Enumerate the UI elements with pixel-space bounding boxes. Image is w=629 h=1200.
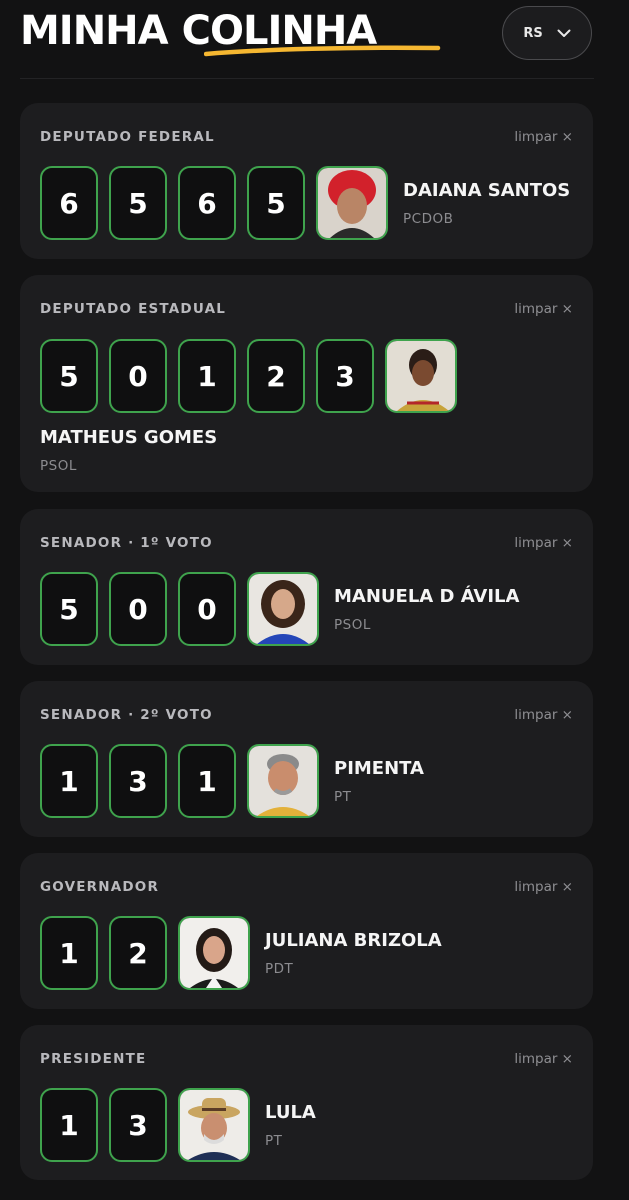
app-page: MINHA COLINHA RS DEPUTADO FEDERAL limpar … <box>0 0 629 1200</box>
candidate-photo <box>178 1088 250 1162</box>
digit-box[interactable]: 3 <box>109 744 167 818</box>
clear-button[interactable]: limpar × <box>514 879 573 895</box>
clear-button[interactable]: limpar × <box>514 707 573 723</box>
state-select[interactable]: RS <box>502 6 592 60</box>
digit-box[interactable]: 5 <box>40 339 98 413</box>
office-label: PRESIDENTE <box>40 1051 147 1067</box>
clear-button[interactable]: limpar × <box>514 1051 573 1067</box>
title-underline-icon <box>204 45 441 57</box>
candidate-party: PSOL <box>334 616 371 633</box>
ballot-card-deputado-federal: DEPUTADO FEDERAL limpar × 6 5 6 5 DAIANA… <box>20 103 593 259</box>
candidate-info: MANUELA D ÁVILA PSOL <box>334 586 519 633</box>
candidate-photo <box>247 744 319 818</box>
candidate-party: PCDOB <box>403 210 454 227</box>
candidate-info: JULIANA BRIZOLA PDT <box>265 930 442 977</box>
candidate-name: LULA <box>265 1101 316 1123</box>
candidate-name: DAIANA SANTOS <box>403 179 571 201</box>
office-label: SENADOR · 1º VOTO <box>40 535 213 551</box>
candidate-name: MANUELA D ÁVILA <box>334 585 520 607</box>
candidate-info: MATHEUS GOMES PSOL <box>40 427 217 474</box>
candidate-photo <box>247 572 319 646</box>
vote-row: 6 5 6 5 DAIANA SANTOS PCDOB <box>40 166 570 240</box>
state-select-value: RS <box>523 25 543 41</box>
digit-box[interactable]: 3 <box>109 1088 167 1162</box>
ballot-card-senador-2: SENADOR · 2º VOTO limpar × 1 3 1 PIMENTA… <box>20 681 593 837</box>
digit-box[interactable]: 0 <box>109 572 167 646</box>
ballot-card-presidente: PRESIDENTE limpar × 1 3 LULA PT <box>20 1025 593 1180</box>
office-label: SENADOR · 2º VOTO <box>40 707 213 723</box>
candidate-party: PT <box>265 1132 283 1149</box>
candidate-photo <box>385 339 457 413</box>
ballot-card-senador-1: SENADOR · 1º VOTO limpar × 5 0 0 MANUELA… <box>20 509 593 665</box>
candidate-party: PT <box>334 788 352 805</box>
digit-box[interactable]: 1 <box>40 744 98 818</box>
ballot-card-deputado-estadual: DEPUTADO ESTADUAL limpar × 5 0 1 2 3 MAT… <box>20 275 593 492</box>
candidate-info: DAIANA SANTOS PCDOB <box>403 180 570 227</box>
vote-row: 1 3 1 PIMENTA PT <box>40 744 424 818</box>
ballot-card-governador: GOVERNADOR limpar × 1 2 JULIANA BRIZOLA … <box>20 853 593 1009</box>
title-word-minha: MINHA <box>20 8 169 54</box>
candidate-photo <box>316 166 388 240</box>
vote-row: 1 3 LULA PT <box>40 1088 316 1162</box>
candidate-party: PSOL <box>40 458 77 474</box>
vote-row: 5 0 1 2 3 <box>40 339 457 413</box>
candidate-party: PDT <box>265 960 294 977</box>
digit-box[interactable]: 6 <box>40 166 98 240</box>
candidate-info: LULA PT <box>265 1102 316 1149</box>
digit-box[interactable]: 0 <box>178 572 236 646</box>
digit-box[interactable]: 1 <box>178 744 236 818</box>
digit-box[interactable]: 5 <box>109 166 167 240</box>
candidate-name: MATHEUS GOMES <box>40 427 218 448</box>
candidate-name: JULIANA BRIZOLA <box>265 929 442 951</box>
clear-button[interactable]: limpar × <box>514 535 573 551</box>
vote-row: 1 2 JULIANA BRIZOLA PDT <box>40 916 442 990</box>
vote-row: 5 0 0 MANUELA D ÁVILA PSOL <box>40 572 519 646</box>
digit-box[interactable]: 3 <box>316 339 374 413</box>
chevron-down-icon <box>557 29 571 37</box>
header: MINHA COLINHA RS <box>0 0 629 79</box>
office-label: DEPUTADO ESTADUAL <box>40 301 227 317</box>
office-label: DEPUTADO FEDERAL <box>40 129 215 145</box>
candidate-info: PIMENTA PT <box>334 758 424 805</box>
clear-button[interactable]: limpar × <box>514 301 573 317</box>
office-label: GOVERNADOR <box>40 879 160 895</box>
digit-box[interactable]: 1 <box>178 339 236 413</box>
candidate-photo <box>178 916 250 990</box>
header-divider <box>20 78 594 79</box>
digit-box[interactable]: 1 <box>40 1088 98 1162</box>
digit-box[interactable]: 5 <box>40 572 98 646</box>
digit-box[interactable]: 5 <box>247 166 305 240</box>
digit-box[interactable]: 2 <box>247 339 305 413</box>
digit-box[interactable]: 0 <box>109 339 167 413</box>
clear-button[interactable]: limpar × <box>514 129 573 145</box>
digit-box[interactable]: 6 <box>178 166 236 240</box>
digit-box[interactable]: 2 <box>109 916 167 990</box>
candidate-name: PIMENTA <box>334 757 424 779</box>
digit-box[interactable]: 1 <box>40 916 98 990</box>
